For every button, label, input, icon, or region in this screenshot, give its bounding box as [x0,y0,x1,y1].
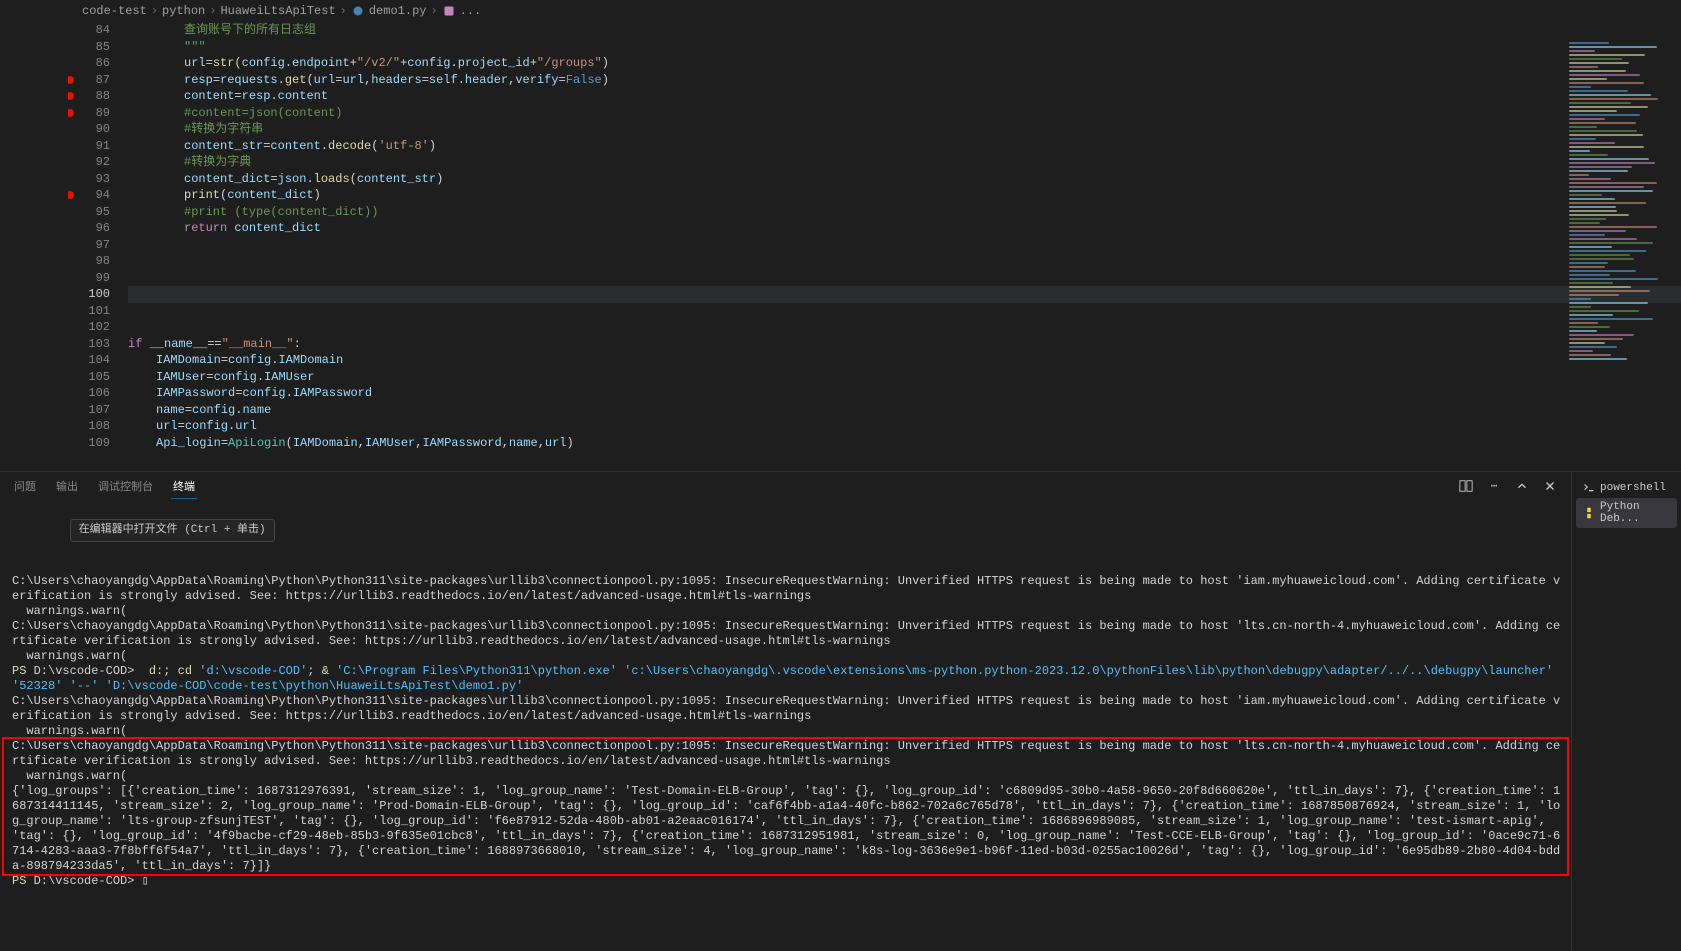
terminal-sidebar: powershell Python Deb... [1571,472,1681,951]
terminal-line: C:\Users\chaoyangdg\AppData\Roaming\Pyth… [12,619,1561,649]
code-line[interactable]: """ [128,39,1681,56]
terminal-line: {'log_groups': [{'creation_time': 168731… [12,784,1561,874]
line-number: 109 [68,435,110,452]
terminal-list-label: powershell [1600,482,1666,494]
code-line[interactable]: url=config.url [128,418,1681,435]
chevron-right-icon: › [340,4,347,18]
code-content[interactable]: 查询账号下的所有日志组"""url=str(config.endpoint+"/… [128,22,1681,471]
line-number: 104 [68,352,110,369]
terminal-line: C:\Users\chaoyangdg\AppData\Roaming\Pyth… [12,739,1561,769]
panel-tab-terminal[interactable]: 终端 [171,474,197,499]
line-number: 103 [68,336,110,353]
code-line[interactable]: print(content_dict) [128,187,1681,204]
line-number: 108 [68,418,110,435]
code-line[interactable]: #转换为字符串 [128,121,1681,138]
code-line[interactable]: content_str=content.decode('utf-8') [128,138,1681,155]
line-number: 84 [68,22,110,39]
line-number: 87 [68,72,110,89]
code-line[interactable]: resp=requests.get(url=url,headers=self.h… [128,72,1681,89]
line-number: 90 [68,121,110,138]
python-file-icon [351,4,365,18]
code-line[interactable]: IAMUser=config.IAMUser [128,369,1681,386]
code-line[interactable]: IAMDomain=config.IAMDomain [128,352,1681,369]
chevron-right-icon: › [430,4,437,18]
code-line[interactable]: #content=json(content) [128,105,1681,122]
code-line[interactable]: content=resp.content [128,88,1681,105]
split-terminal-icon[interactable] [1457,477,1475,495]
line-number: 101 [68,303,110,320]
code-line[interactable]: url=str(config.endpoint+"/v2/"+config.pr… [128,55,1681,72]
line-number: 85 [68,39,110,56]
code-line[interactable] [128,253,1681,270]
terminal-line: C:\Users\chaoyangdg\AppData\Roaming\Pyth… [12,574,1561,604]
panel-tab-output[interactable]: 输出 [54,474,80,499]
line-number: 88 [68,88,110,105]
line-number: 86 [68,55,110,72]
code-line[interactable]: content_dict=json.loads(content_str) [128,171,1681,188]
more-icon[interactable]: ⋯ [1485,477,1503,495]
breadcrumb-item[interactable]: code-test [82,4,147,18]
line-number: 89 [68,105,110,122]
line-number: 97 [68,237,110,254]
chevron-up-icon[interactable] [1513,477,1531,495]
line-number: 105 [68,369,110,386]
line-number: 96 [68,220,110,237]
function-icon [442,4,456,18]
code-line[interactable]: IAMPassword=config.IAMPassword [128,385,1681,402]
terminal-line: warnings.warn( [12,649,1561,664]
line-number: 107 [68,402,110,419]
line-number: 106 [68,385,110,402]
code-line[interactable]: #转换为字典 [128,154,1681,171]
code-line[interactable] [128,270,1681,287]
terminal-line: warnings.warn( [12,604,1561,619]
line-number: 99 [68,270,110,287]
activity-bar-placeholder [0,0,68,471]
terminal-line: warnings.warn( [12,769,1561,784]
code-line[interactable]: return content_dict [128,220,1681,237]
line-number: 95 [68,204,110,221]
link-tooltip: 在编辑器中打开文件 (Ctrl + 单击) [70,519,275,542]
breadcrumb-item[interactable]: demo1.py [369,4,427,18]
code-line[interactable] [128,237,1681,254]
panel-tab-debugconsole[interactable]: 调试控制台 [96,474,155,499]
terminal-line: warnings.warn( [12,724,1561,739]
code-line[interactable]: 查询账号下的所有日志组 [128,22,1681,39]
terminal-icon [1582,481,1596,495]
code-line[interactable] [128,319,1681,336]
code-line[interactable]: #print (type(content_dict)) [128,204,1681,221]
breadcrumb[interactable]: code-test › python › HuaweiLtsApiTest › … [68,0,1681,22]
line-number: 91 [68,138,110,155]
line-number: 94 [68,187,110,204]
panel-tab-problems[interactable]: 问题 [12,474,38,499]
code-line[interactable]: name=config.name [128,402,1681,419]
line-number-gutter: 8485868788899091929394959697989910010110… [68,22,128,471]
python-icon [1582,506,1596,520]
code-line[interactable] [128,303,1681,320]
panel-tabbar: 问题 输出 调试控制台 终端 ⋯ [0,472,1571,500]
code-editor[interactable]: 8485868788899091929394959697989910010110… [68,22,1681,471]
breadcrumb-item[interactable]: HuaweiLtsApiTest [220,4,335,18]
chevron-right-icon: › [209,4,216,18]
code-line[interactable] [128,286,1681,303]
close-icon[interactable] [1541,477,1559,495]
code-line[interactable]: if __name__=="__main__": [128,336,1681,353]
line-number: 93 [68,171,110,188]
terminal-line: PS D:\vscode-COD> d:; cd 'd:\vscode-COD'… [12,664,1561,694]
terminal-line: PS D:\vscode-COD> ▯ [12,874,1561,889]
terminal-list-item[interactable]: powershell [1576,478,1677,498]
terminal-list-label: Python Deb... [1600,501,1671,525]
breadcrumb-item[interactable]: python [162,4,205,18]
line-number: 102 [68,319,110,336]
code-line[interactable]: Api_login=ApiLogin(IAMDomain,IAMUser,IAM… [128,435,1681,452]
line-number: 92 [68,154,110,171]
terminal-list-item[interactable]: Python Deb... [1576,498,1677,528]
line-number: 98 [68,253,110,270]
terminal[interactable]: 在编辑器中打开文件 (Ctrl + 单击) C:\Users\chaoyangd… [0,500,1571,951]
breadcrumb-item[interactable]: ... [460,4,482,18]
line-number: 100 [68,286,110,303]
chevron-right-icon: › [151,4,158,18]
terminal-line: C:\Users\chaoyangdg\AppData\Roaming\Pyth… [12,694,1561,724]
